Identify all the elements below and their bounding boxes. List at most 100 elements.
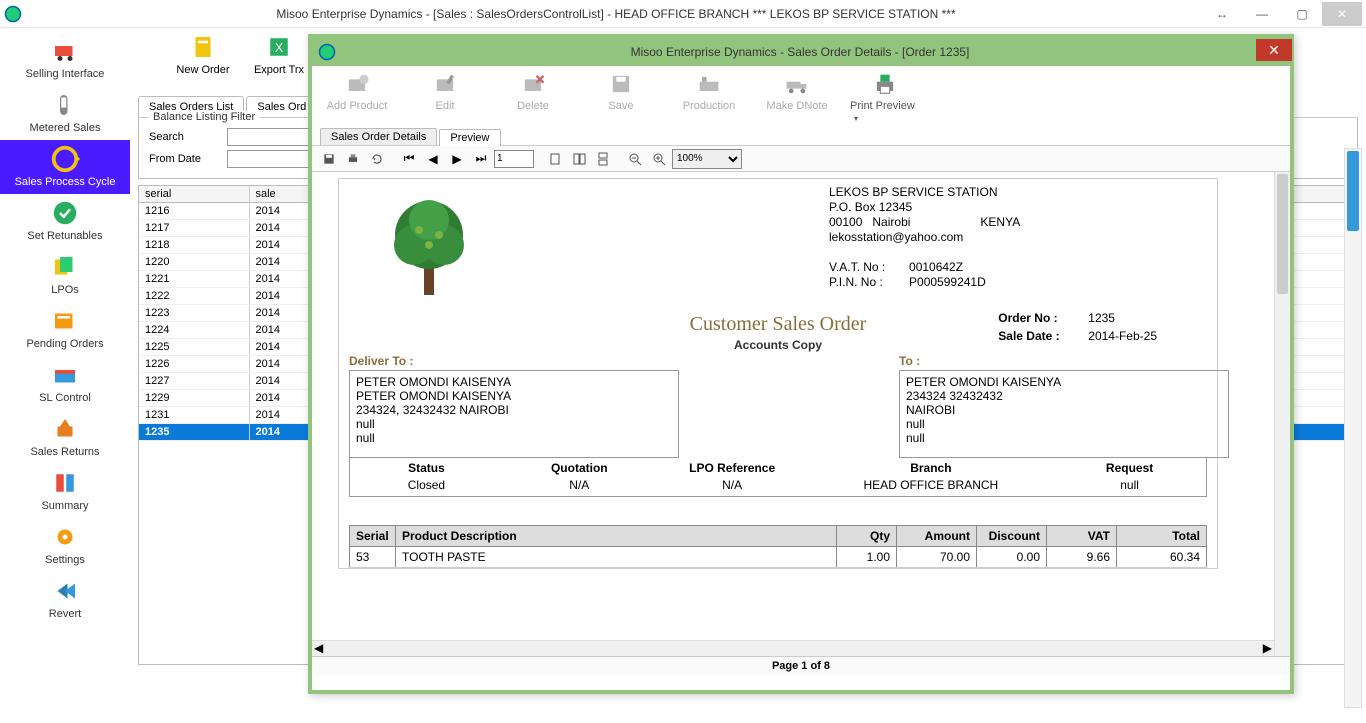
items-table: Serial Product Description Qty Amount Di… xyxy=(349,525,1207,568)
window-restore-icon[interactable]: ↔ xyxy=(1202,2,1242,26)
company-info: LEKOS BP SERVICE STATION P.O. Box 12345 … xyxy=(509,185,1207,305)
company-logo xyxy=(349,185,509,305)
add-product-button[interactable]: Add Product xyxy=(322,70,392,112)
sidebar-item-set-retunables[interactable]: Set Retunables xyxy=(0,194,130,248)
save-button[interactable]: Save xyxy=(586,70,656,112)
app-icon xyxy=(4,5,22,23)
sidebar-item-selling-interface[interactable]: Selling Interface xyxy=(0,32,130,86)
window-close-icon[interactable]: ✕ xyxy=(1322,2,1362,26)
tool-label: Add Product xyxy=(327,100,388,112)
search-label: Search xyxy=(149,131,219,143)
print-preview-button[interactable]: Print Preview ▾ xyxy=(850,70,920,124)
make-dnote-button[interactable]: Make DNote xyxy=(762,70,832,112)
new-order-button[interactable]: New Order xyxy=(168,32,238,92)
sidebar: Selling Interface Metered Sales Sales Pr… xyxy=(0,28,130,723)
lpo-icon xyxy=(47,252,83,282)
truck-icon xyxy=(780,70,814,98)
tool-label: Save xyxy=(608,100,633,112)
new-order-icon xyxy=(186,32,220,62)
svg-text:X: X xyxy=(275,41,284,55)
sidebar-item-lpos[interactable]: LPOs xyxy=(0,248,130,302)
summary-icon xyxy=(47,468,83,498)
sidebar-item-sl-control[interactable]: SL Control xyxy=(0,356,130,410)
save-report-button[interactable] xyxy=(318,149,340,169)
multi-page-button[interactable] xyxy=(568,149,590,169)
sidebar-item-summary[interactable]: Summary xyxy=(0,464,130,518)
app-title: Misoo Enterprise Dynamics - [Sales : Sal… xyxy=(30,7,1202,21)
revert-icon xyxy=(47,576,83,606)
dialog-close-button[interactable]: ✕ xyxy=(1256,39,1292,61)
last-page-button[interactable]: ⏭ xyxy=(470,149,492,169)
single-page-button[interactable] xyxy=(544,149,566,169)
sidebar-label: Sales Process Cycle xyxy=(15,176,116,188)
sidebar-label: Metered Sales xyxy=(30,122,101,134)
meter-icon xyxy=(47,90,83,120)
production-icon xyxy=(692,70,726,98)
deliver-to: Deliver To : PETER OMONDI KAISENYAPETER … xyxy=(349,354,679,458)
sales-order-document: LEKOS BP SERVICE STATION P.O. Box 12345 … xyxy=(338,178,1218,569)
zoom-in-button[interactable] xyxy=(648,149,670,169)
save-icon xyxy=(604,70,638,98)
tool-label: Production xyxy=(683,100,736,112)
sidebar-label: LPOs xyxy=(51,284,79,296)
tab-preview[interactable]: Preview xyxy=(439,129,500,146)
dropdown-arrow-icon[interactable]: ▾ xyxy=(854,114,858,123)
dialog-titlebar: Misoo Enterprise Dynamics - Sales Order … xyxy=(312,38,1290,66)
preview-vertical-scrollbar[interactable] xyxy=(1274,172,1290,656)
col-serial[interactable]: serial xyxy=(139,186,249,203)
sidebar-label: SL Control xyxy=(39,392,91,404)
tool-label: Delete xyxy=(517,100,549,112)
page-input[interactable] xyxy=(494,150,534,168)
returnables-icon xyxy=(47,198,83,228)
gear-icon xyxy=(47,522,83,552)
zoom-out-button[interactable] xyxy=(624,149,646,169)
production-button[interactable]: Production xyxy=(674,70,744,112)
continuous-page-button[interactable] xyxy=(592,149,614,169)
dialog-title: Misoo Enterprise Dynamics - Sales Order … xyxy=(344,45,1256,59)
prev-page-button[interactable]: ◀ xyxy=(422,149,444,169)
tool-label: Make DNote xyxy=(766,100,827,112)
sidebar-item-pending-orders[interactable]: Pending Orders xyxy=(0,302,130,356)
app-titlebar: Misoo Enterprise Dynamics - [Sales : Sal… xyxy=(0,0,1366,28)
cycle-icon xyxy=(47,144,83,174)
ribbon-label: Export Trx xyxy=(254,64,304,76)
sidebar-item-metered-sales[interactable]: Metered Sales xyxy=(0,86,130,140)
filter-title: Balance Listing Filter xyxy=(149,111,259,123)
order-meta: Order No : 1235 Sale Date : 2014-Feb-25 xyxy=(998,311,1157,343)
returns-icon xyxy=(47,414,83,444)
app-icon xyxy=(318,43,336,61)
tab-sales-order-details[interactable]: Sales Order Details xyxy=(320,128,437,145)
sidebar-item-sales-process-cycle[interactable]: Sales Process Cycle xyxy=(0,140,130,194)
bill-to: To : PETER OMONDI KAISENYA234324 3243243… xyxy=(899,354,1229,458)
preview-horizontal-scrollbar[interactable]: ◀ ▶ xyxy=(312,640,1274,656)
preview-pane[interactable]: LEKOS BP SERVICE STATION P.O. Box 12345 … xyxy=(312,172,1290,656)
sidebar-label: Revert xyxy=(49,608,81,620)
sidebar-item-revert[interactable]: Revert xyxy=(0,572,130,626)
sidebar-item-settings[interactable]: Settings xyxy=(0,518,130,572)
refresh-button[interactable] xyxy=(366,149,388,169)
ribbon-label: New Order xyxy=(176,64,229,76)
zoom-select[interactable]: 100% xyxy=(672,149,742,169)
sidebar-item-sales-returns[interactable]: Sales Returns xyxy=(0,410,130,464)
print-button[interactable] xyxy=(342,149,364,169)
sidebar-label: Settings xyxy=(45,554,85,566)
edit-button[interactable]: Edit xyxy=(410,70,480,112)
export-icon: X xyxy=(262,32,296,62)
edit-icon xyxy=(428,70,462,98)
window-maximize-icon[interactable]: ▢ xyxy=(1282,2,1322,26)
item-row: 53TOOTH PASTE1.0070.000.009.6660.34 xyxy=(350,547,1207,568)
first-page-button[interactable]: ⏮ xyxy=(398,149,420,169)
vertical-scrollbar[interactable] xyxy=(1344,148,1362,708)
pending-icon xyxy=(47,306,83,336)
order-status-row: StatusClosed QuotationN/A LPO ReferenceN… xyxy=(349,458,1207,497)
delete-icon xyxy=(516,70,550,98)
tool-label: Print Preview xyxy=(850,100,915,112)
preview-footer: Page 1 of 8 xyxy=(312,656,1290,675)
export-trx-button[interactable]: X Export Trx xyxy=(244,32,314,92)
delete-button[interactable]: Delete xyxy=(498,70,568,112)
dialog-toolbar: Add Product Edit Delete Save Production … xyxy=(312,66,1290,128)
add-product-icon xyxy=(340,70,374,98)
next-page-button[interactable]: ▶ xyxy=(446,149,468,169)
tool-label: Edit xyxy=(436,100,455,112)
window-minimize-icon[interactable]: — xyxy=(1242,2,1282,26)
